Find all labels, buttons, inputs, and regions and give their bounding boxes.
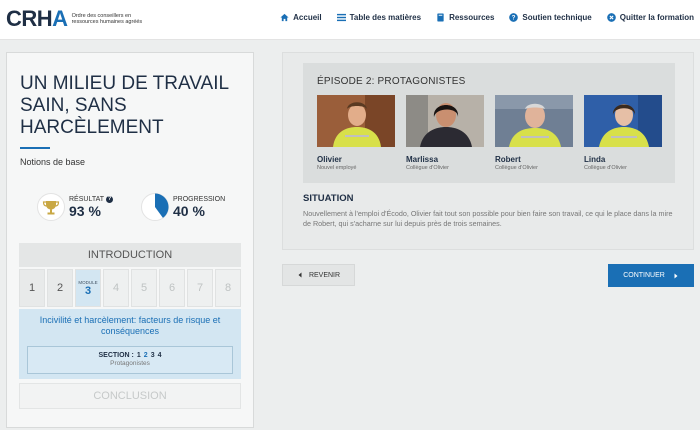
section-link-3[interactable]: 3: [151, 352, 155, 359]
logo-mark: CRHA: [6, 6, 68, 31]
module-tab-1[interactable]: 1: [19, 269, 45, 307]
situation-title: SITUATION: [303, 193, 354, 204]
nav-resources-label: Ressources: [449, 13, 495, 22]
help-icon: ?: [509, 13, 519, 22]
progress-value: 40 %: [173, 202, 205, 219]
situation-text: Nouvellement à l'emploi d'Écodo, Olivier…: [303, 209, 673, 228]
continue-button[interactable]: CONTINUER: [608, 264, 694, 287]
back-button-label: REVENIR: [308, 271, 341, 279]
back-button[interactable]: REVENIR: [282, 264, 355, 286]
character-role: Nouvel employé: [317, 165, 357, 171]
nav-table-label: Table des matières: [349, 13, 422, 22]
section-link-1[interactable]: 1: [137, 352, 141, 359]
character-name: Marlissa: [406, 155, 439, 164]
result-value: 93 %: [69, 202, 101, 219]
svg-text:?: ?: [512, 15, 516, 22]
character-role: Collègue d'Olivier: [495, 165, 538, 171]
course-subtitle: Notions de base: [20, 157, 86, 167]
character-card: Linda Collègue d'Olivier: [584, 95, 662, 171]
character-name: Linda: [584, 155, 606, 164]
nav-support-label: Soutien technique: [522, 13, 592, 22]
module-tab-6[interactable]: 6: [159, 269, 185, 307]
section-link-4[interactable]: 4: [158, 352, 162, 359]
result-label: RÉSULTAT?: [69, 195, 114, 203]
trophy-icon: [37, 193, 65, 221]
module-tab-2[interactable]: 2: [47, 269, 73, 307]
character-name: Olivier: [317, 155, 342, 164]
marlissa-photo: [406, 95, 484, 147]
progress-stat: PROGRESSION 40 %: [141, 193, 225, 221]
olivier-photo: [317, 95, 395, 147]
nav-support[interactable]: ? Soutien technique: [509, 13, 592, 22]
nav-home[interactable]: Accueil: [280, 13, 322, 22]
module-title: Incivilité et harcèlement: facteurs de r…: [39, 315, 221, 336]
module-tab-3[interactable]: MODULE 3: [75, 269, 101, 307]
character-name: Robert: [495, 155, 521, 164]
top-header: CRHA Ordre des conseillers en ressources…: [0, 0, 700, 40]
nav-quit[interactable]: Quitter la formation: [606, 13, 694, 22]
introduction-section[interactable]: INTRODUCTION: [19, 243, 241, 267]
module-tab-4[interactable]: 4: [103, 269, 129, 307]
close-circle-icon: [606, 13, 616, 22]
character-role: Collègue d'Olivier: [584, 165, 627, 171]
section-link-2[interactable]: 2: [144, 352, 148, 359]
result-stat: RÉSULTAT? 93 %: [37, 193, 114, 221]
character-card: Robert Collègue d'Olivier: [495, 95, 573, 171]
progress-label: PROGRESSION: [173, 195, 226, 203]
logo-subtitle: Ordre des conseillers en ressources huma…: [71, 12, 143, 26]
character-card: Marlissa Collègue d'Olivier: [406, 95, 484, 171]
progress-pie-icon: [141, 193, 169, 221]
home-icon: [280, 13, 289, 22]
robert-photo: [495, 95, 573, 147]
protagonists-card: ÉPISODE 2: PROTAGONISTES Olivier Nouvel …: [303, 63, 675, 183]
course-title: UN MILIEU DE TRAVAIL SAIN, SANS HARCÈLEM…: [20, 73, 229, 138]
book-icon: [437, 13, 444, 22]
module-tab-8[interactable]: 8: [215, 269, 241, 307]
nav-resources[interactable]: Ressources: [436, 13, 494, 22]
module-tab-3-number: 3: [84, 284, 92, 297]
conclusion-section[interactable]: CONCLUSION: [19, 383, 241, 409]
linda-photo: [584, 95, 662, 147]
continue-button-label: CONTINUER: [623, 272, 665, 279]
module-tab-7[interactable]: 7: [187, 269, 213, 307]
title-divider: [20, 147, 50, 149]
nav-quit-label: Quitter la formation: [619, 13, 694, 22]
episode-content: ÉPISODE 2: PROTAGONISTES Olivier Nouvel …: [282, 52, 694, 250]
chevron-right-icon: [674, 273, 678, 278]
character-role: Collègue d'Olivier: [406, 165, 449, 171]
main-nav: Accueil Table des matières Ressources ? …: [280, 13, 694, 22]
section-label: SECTION :: [98, 352, 134, 359]
result-help-icon[interactable]: ?: [106, 195, 114, 203]
character-card: Olivier Nouvel employé: [317, 95, 395, 171]
section-name: Protagonistes: [110, 360, 150, 367]
crha-logo[interactable]: CRHA Ordre des conseillers en ressources…: [6, 6, 144, 32]
module-tab-5[interactable]: 5: [131, 269, 157, 307]
nav-table-of-contents[interactable]: Table des matières: [336, 13, 422, 22]
episode-title: ÉPISODE 2: PROTAGONISTES: [317, 76, 466, 87]
module-tabs: 1 2 MODULE 3 4 5 6 7 8: [19, 269, 241, 307]
course-sidebar: UN MILIEU DE TRAVAIL SAIN, SANS HARCÈLEM…: [6, 52, 254, 428]
active-module-panel: Incivilité et harcèlement: facteurs de r…: [19, 309, 241, 379]
list-icon: [336, 13, 346, 22]
section-selector: SECTION : 1 2 3 4 Protagonistes: [27, 346, 233, 374]
nav-home-label: Accueil: [293, 13, 322, 22]
character-list: Olivier Nouvel employé Marlissa Collègue…: [317, 95, 662, 171]
chevron-left-icon: [298, 272, 302, 278]
